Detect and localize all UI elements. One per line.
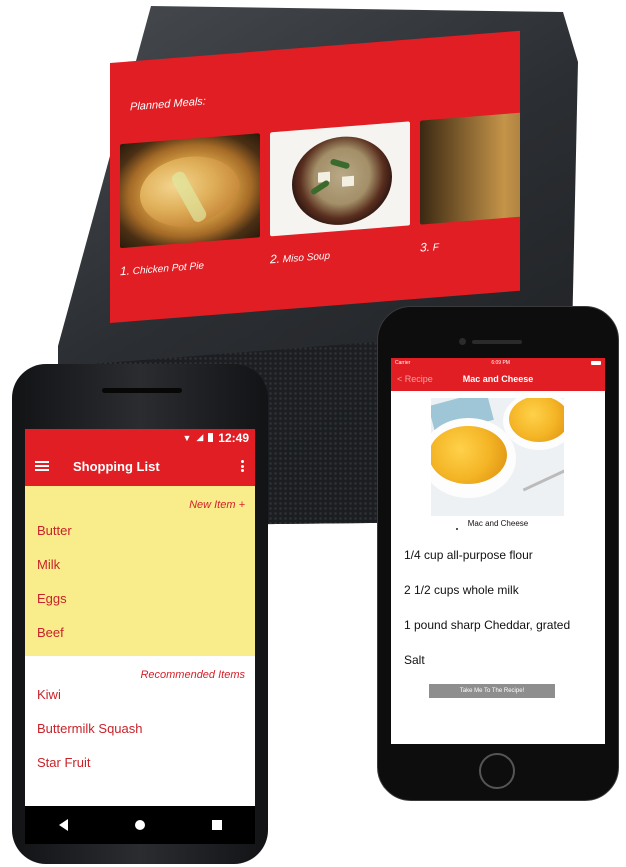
carrier-label: Carrier: [395, 360, 411, 366]
back-icon[interactable]: [58, 819, 68, 831]
meal-label: 2. Miso Soup: [270, 250, 331, 267]
status-time: 6:09 PM: [491, 360, 510, 366]
iphone-screen: Carrier 6:09 PM < Recipe Mac and Cheese …: [391, 358, 605, 744]
page-title: Shopping List: [73, 458, 160, 474]
list-item[interactable]: Eggs: [37, 591, 67, 606]
meal-image: [420, 109, 520, 225]
recents-icon[interactable]: [211, 820, 222, 830]
earpiece-speaker: [102, 388, 182, 393]
app-bar: Shopping List: [25, 446, 255, 486]
meal-card[interactable]: 2. Miso Soup: [270, 121, 410, 266]
ingredient-item: 2 1/2 cups whole milk: [404, 583, 519, 597]
home-button[interactable]: [479, 753, 515, 789]
recommended-section: Recommended Items Kiwi Buttermilk Squash…: [25, 656, 255, 772]
ingredient-item: 1/4 cup all-purpose flour: [404, 548, 533, 562]
shopping-list-section: New Item + Butter Milk Eggs Beef: [25, 486, 255, 656]
wifi-icon: ▼: [182, 432, 192, 443]
recommended-item[interactable]: Buttermilk Squash: [37, 721, 143, 736]
image-caption: Mac and Cheese: [467, 519, 529, 528]
android-phone: ▼ ◢ 12:49 Shopping List New Item + Butte…: [12, 364, 268, 864]
status-bar: ▼ ◢ 12:49: [25, 429, 255, 446]
recommended-items-label: Recommended Items: [140, 669, 245, 681]
list-item[interactable]: Butter: [37, 523, 72, 538]
ingredient-item: 1 pound sharp Cheddar, grated: [404, 618, 571, 632]
navigation-bar: < Recipe Mac and Cheese: [391, 368, 605, 391]
list-item[interactable]: Milk: [37, 557, 60, 572]
take-me-to-recipe-button[interactable]: Take Me To The Recipe!: [429, 684, 555, 698]
echo-screen: Planned Meals: 1. Chicken Pot Pie 2. Mis…: [110, 30, 520, 323]
camera-icon: [459, 338, 466, 345]
bullet-dot: [456, 528, 458, 530]
more-options-icon[interactable]: [241, 460, 245, 472]
iphone-device: Carrier 6:09 PM < Recipe Mac and Cheese …: [377, 306, 619, 801]
navigation-bar: [25, 806, 255, 844]
earpiece-speaker: [472, 340, 522, 344]
list-item[interactable]: Beef: [37, 625, 64, 640]
miso-soup-image: [270, 121, 410, 237]
ingredient-item: Salt: [404, 653, 425, 667]
home-icon[interactable]: [134, 820, 145, 830]
android-screen: ▼ ◢ 12:49 Shopping List New Item + Butte…: [25, 429, 255, 844]
meal-card[interactable]: 3. F: [420, 109, 520, 255]
status-bar: Carrier 6:09 PM: [391, 358, 605, 368]
signal-icon: ◢: [196, 432, 204, 442]
recommended-item[interactable]: Star Fruit: [37, 755, 90, 770]
chicken-pot-pie-image: [120, 133, 260, 249]
page-title: Mac and Cheese: [462, 374, 534, 384]
battery-icon: [208, 433, 214, 442]
menu-icon[interactable]: [35, 461, 49, 471]
new-item-button[interactable]: New Item +: [189, 499, 245, 511]
meal-label: 1. Chicken Pot Pie: [120, 260, 204, 279]
battery-icon: [591, 361, 601, 365]
status-time: 12:49: [218, 430, 249, 445]
meal-label: 3. F: [420, 239, 439, 255]
mac-and-cheese-image: [431, 398, 564, 516]
recommended-item[interactable]: Kiwi: [37, 687, 61, 702]
planned-meals-title: Planned Meals:: [130, 95, 206, 114]
meal-card[interactable]: 1. Chicken Pot Pie: [120, 133, 260, 278]
